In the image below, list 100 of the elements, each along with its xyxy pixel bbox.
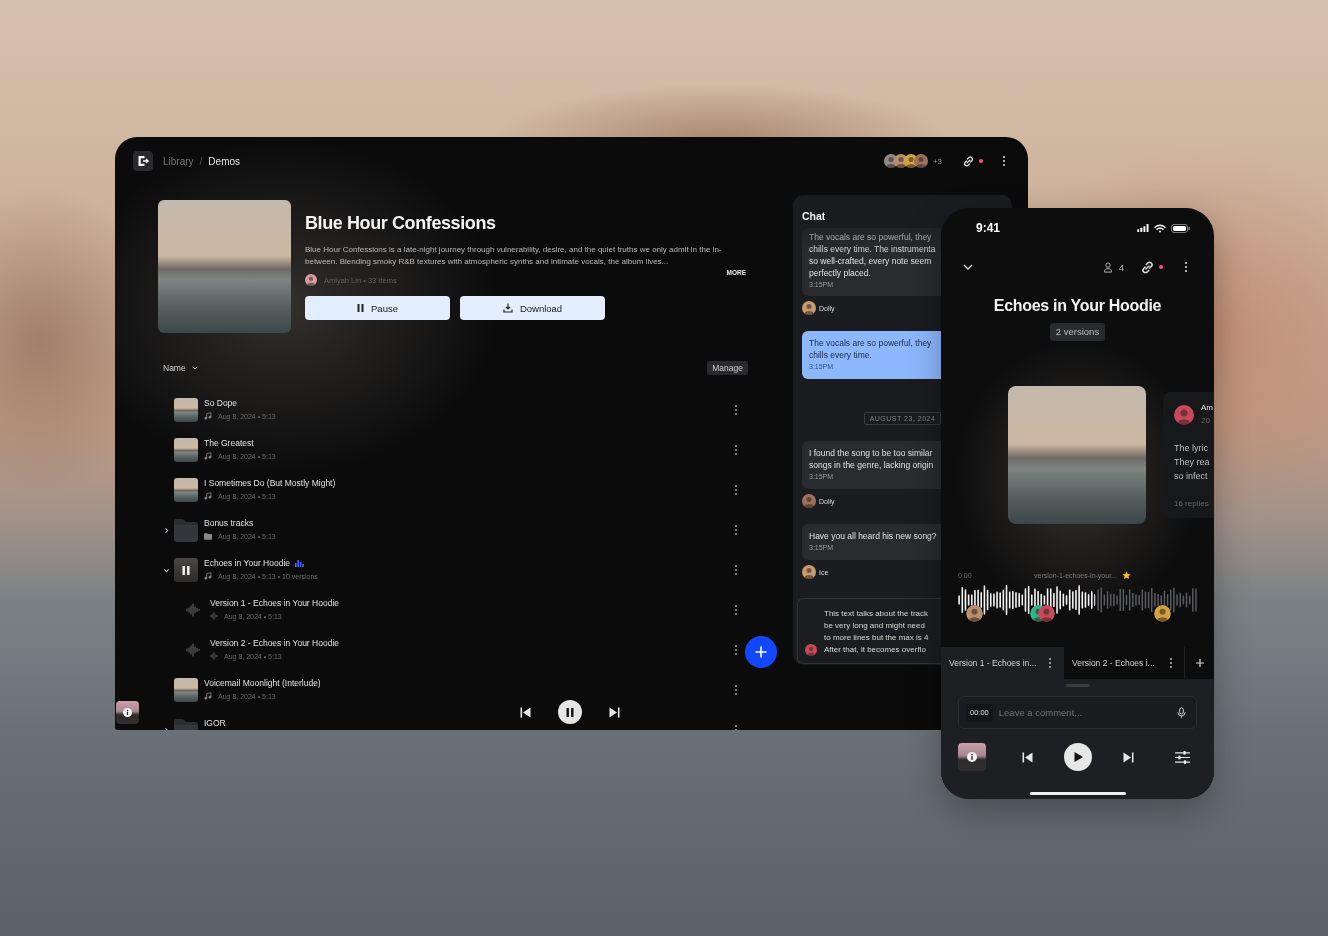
status-time: 9:41 bbox=[976, 221, 1001, 235]
sort-button[interactable]: Name bbox=[163, 363, 198, 373]
info-icon[interactable] bbox=[123, 708, 132, 717]
play-icon bbox=[1073, 752, 1083, 762]
pause-button[interactable] bbox=[558, 700, 582, 724]
message-text: The vocals are so powerful, they chills every time. The instrumenta so well-crafted, every note seem perfectly placed. bbox=[809, 231, 936, 279]
next-icon[interactable] bbox=[1123, 751, 1134, 763]
download-button[interactable]: Download bbox=[460, 296, 605, 320]
message-text: I found the song to be too similar songs in the genre, lacking origin bbox=[809, 447, 934, 471]
previous-icon[interactable] bbox=[1022, 751, 1033, 763]
music-note-icon bbox=[204, 492, 212, 500]
link-icon[interactable] bbox=[1140, 259, 1155, 275]
play-button[interactable] bbox=[1064, 743, 1092, 771]
next-icon[interactable] bbox=[609, 706, 620, 718]
track-thumbnail-photo[interactable] bbox=[174, 438, 198, 462]
more-icon[interactable] bbox=[1048, 657, 1052, 669]
signal-icon bbox=[1137, 224, 1149, 232]
track-title: Echoes in Your Hoodie bbox=[204, 557, 290, 569]
breadcrumb-separator: / bbox=[199, 155, 203, 167]
more-icon[interactable] bbox=[1184, 261, 1188, 273]
mini-player-photo[interactable] bbox=[116, 701, 139, 724]
track-title: Bonus tracks bbox=[204, 517, 254, 529]
message-text: The vocals are so powerful, they chills every time. bbox=[809, 337, 932, 361]
more-icon[interactable] bbox=[734, 524, 738, 536]
more-icon[interactable] bbox=[734, 604, 738, 616]
avatar-icon[interactable] bbox=[913, 154, 928, 168]
avatar-icon bbox=[802, 301, 816, 315]
track-title: Version 1 - Echoes in Your Hoodie bbox=[210, 597, 339, 609]
more-icon[interactable] bbox=[1002, 155, 1006, 167]
avatar-icon bbox=[802, 565, 816, 579]
pause-icon[interactable] bbox=[182, 565, 190, 575]
track-title: Version 2 - Echoes in Your Hoodie bbox=[210, 637, 339, 649]
track-thumbnail-photo[interactable] bbox=[174, 558, 198, 582]
chevron-down-icon[interactable] bbox=[963, 264, 973, 270]
waveform-icon bbox=[210, 652, 218, 660]
star-icon[interactable] bbox=[1121, 570, 1131, 580]
music-note-icon bbox=[204, 452, 212, 460]
comment-text: The lyric They rea so infect bbox=[1174, 442, 1210, 483]
folder-icon bbox=[174, 518, 198, 542]
more-icon[interactable] bbox=[734, 484, 738, 496]
pause-icon bbox=[566, 707, 574, 717]
track-title: The Greatest bbox=[204, 437, 254, 449]
avatar-icon[interactable] bbox=[966, 605, 983, 622]
plus-icon bbox=[755, 646, 767, 658]
avatar-icon[interactable] bbox=[1038, 605, 1055, 622]
manage-button[interactable]: Manage bbox=[707, 361, 748, 375]
previous-icon[interactable] bbox=[520, 706, 531, 718]
person-icon bbox=[1102, 261, 1113, 273]
album-description: Blue Hour Confessions is a late-night journey through vulnerability, desire, and the quiet truths we only admit in the in-between. Blending smoky R&B textures with atmospheric synths and intimate vocals, the album lives... bbox=[305, 244, 723, 268]
music-note-icon bbox=[204, 412, 212, 420]
chat-title: Chat bbox=[802, 209, 827, 223]
info-icon[interactable] bbox=[967, 752, 977, 762]
breadcrumb-link[interactable]: Demos bbox=[208, 155, 241, 167]
music-note-icon bbox=[204, 692, 212, 700]
link-icon[interactable] bbox=[962, 154, 975, 168]
folder-icon bbox=[204, 532, 212, 540]
mini-player-photo[interactable] bbox=[958, 743, 986, 771]
comment-card[interactable]: Am 20 The lyric They rea so infect 16 replies bbox=[1163, 392, 1214, 518]
chevron-down-icon bbox=[191, 366, 198, 370]
chevron-down-icon[interactable] bbox=[162, 566, 170, 574]
add-button[interactable] bbox=[745, 636, 777, 668]
plus-icon bbox=[1195, 659, 1204, 667]
comment-text: This text talks about the track be very long and might need to more lines but the max is 4 After that, it becomes overflo bbox=[824, 608, 929, 656]
more-icon[interactable] bbox=[734, 564, 738, 576]
chevron-right-icon[interactable] bbox=[162, 526, 170, 534]
track-title: So Dope bbox=[204, 397, 238, 409]
track-thumbnail-photo[interactable] bbox=[174, 678, 198, 702]
version-tab[interactable]: Version 1 - Echoes in... bbox=[941, 647, 1064, 679]
song-title: Echoes in Your Hoodie bbox=[992, 296, 1163, 316]
comment-author: Am bbox=[1201, 403, 1213, 413]
avatar-icon[interactable] bbox=[1154, 605, 1171, 622]
equalizer-icon bbox=[295, 559, 304, 567]
comment-age: 20 bbox=[1201, 416, 1211, 426]
listener-count: 4 bbox=[1118, 261, 1124, 273]
breadcrumb-link[interactable]: Library bbox=[163, 155, 194, 167]
track-thumbnail-photo[interactable] bbox=[174, 398, 198, 422]
more-icon[interactable] bbox=[734, 444, 738, 456]
more-icon[interactable] bbox=[734, 644, 738, 656]
waveform-track[interactable] bbox=[958, 585, 1198, 622]
more-icon[interactable] bbox=[734, 404, 738, 416]
track-title: IGOR bbox=[204, 717, 226, 729]
album-title: Blue Hour Confessions bbox=[305, 212, 497, 235]
versions-badge[interactable]: 2 versions bbox=[1049, 323, 1106, 341]
message-text: Have you all heard his new song? bbox=[809, 530, 937, 542]
comment-input[interactable]: Leave a comment... bbox=[998, 705, 1171, 720]
settings-sliders-icon[interactable] bbox=[1175, 750, 1190, 764]
microphone-icon[interactable] bbox=[1177, 706, 1186, 719]
avatar-icon bbox=[805, 644, 817, 656]
avatar-icon bbox=[802, 494, 816, 508]
more-icon[interactable] bbox=[734, 684, 738, 696]
pause-icon bbox=[357, 304, 365, 312]
waveform-icon bbox=[210, 612, 218, 620]
more-icon[interactable] bbox=[1169, 657, 1173, 669]
music-note-icon bbox=[204, 572, 212, 580]
battery-icon bbox=[1171, 223, 1190, 233]
wifi-icon bbox=[1154, 223, 1166, 233]
pause-button[interactable]: Pause bbox=[305, 296, 450, 320]
logo-icon[interactable] bbox=[133, 151, 153, 171]
track-thumbnail-photo[interactable] bbox=[174, 478, 198, 502]
collaborator-count[interactable]: +3 bbox=[932, 156, 942, 166]
